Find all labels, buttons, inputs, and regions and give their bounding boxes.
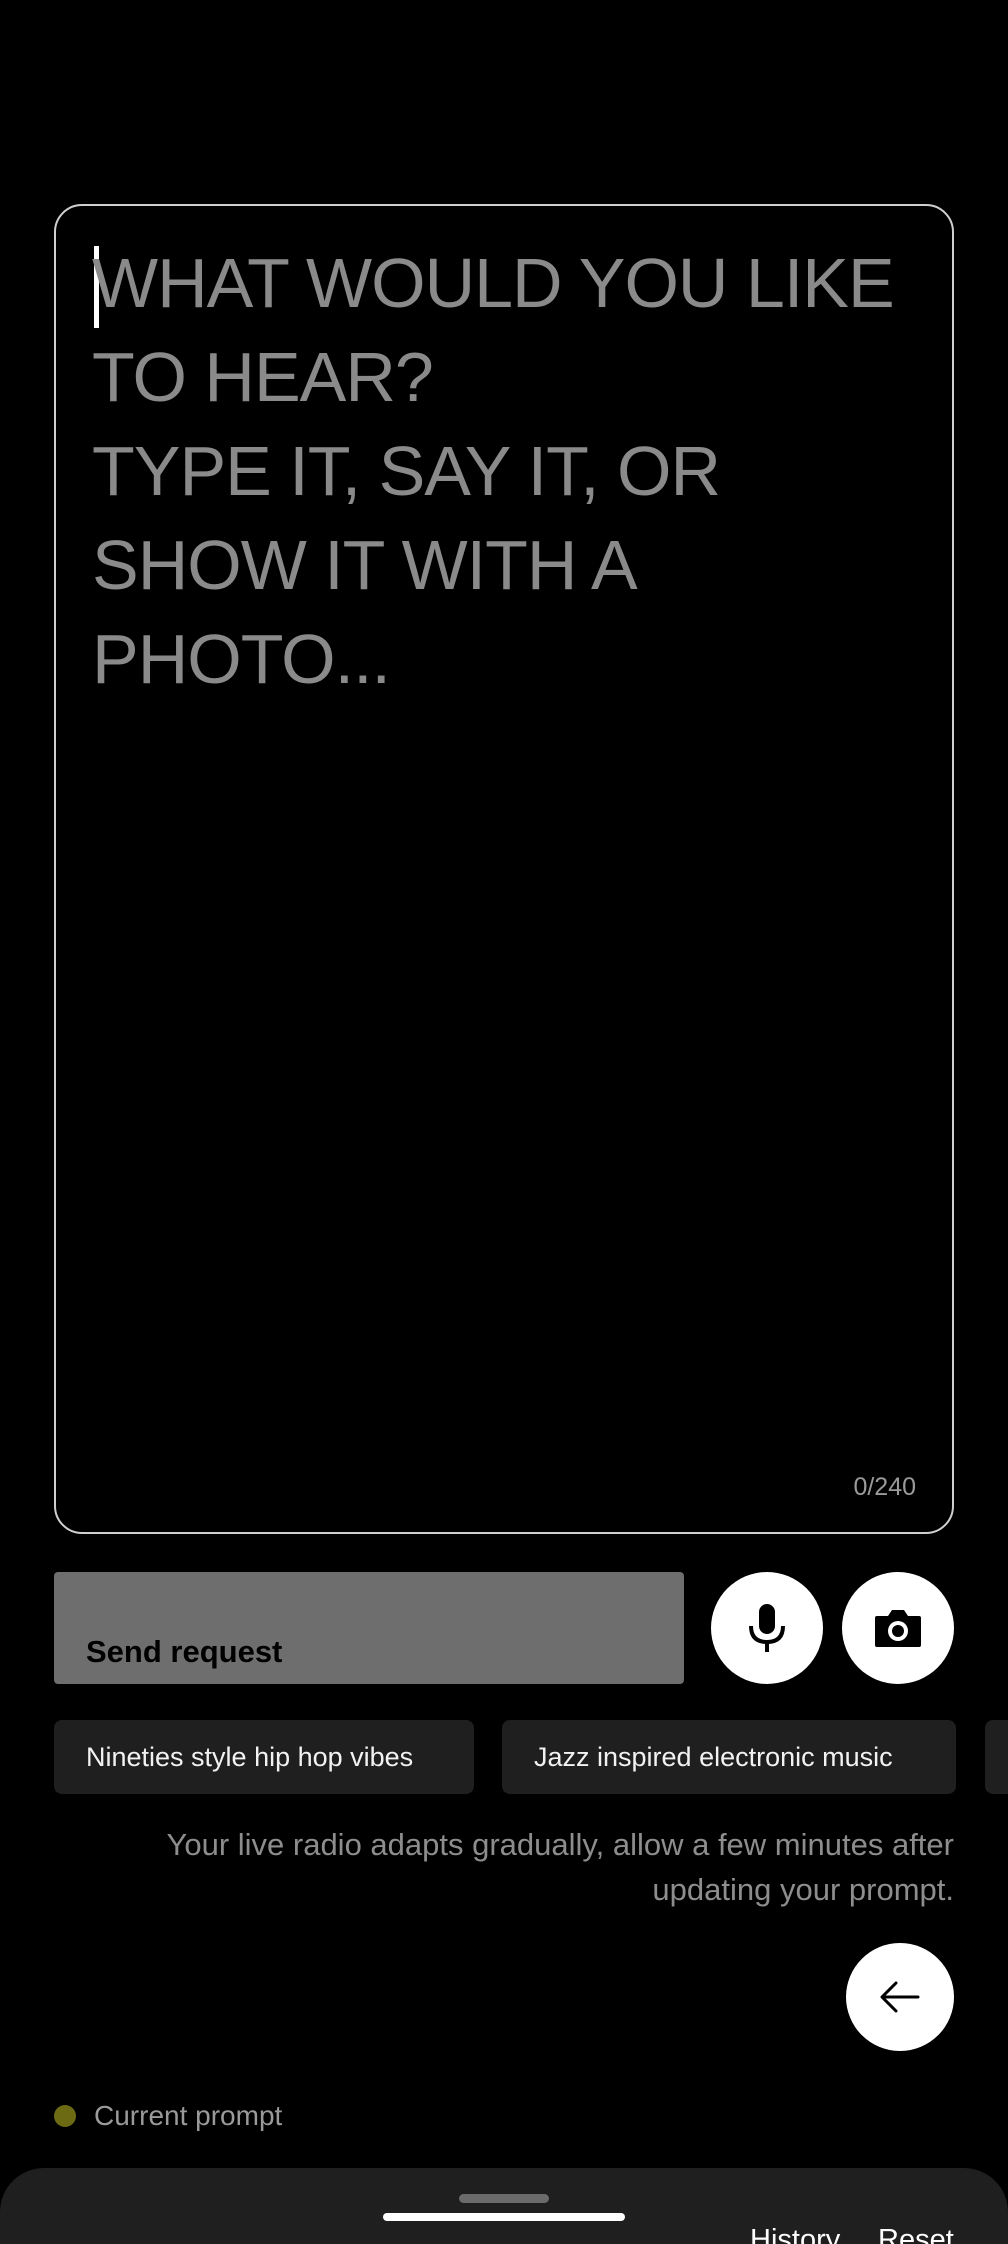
prompt-input[interactable]: WHAT WOULD YOU LIKE TO HEAR? TYPE IT, SA… (54, 204, 954, 1534)
camera-button[interactable] (842, 1572, 954, 1684)
bottom-sheet[interactable]: History Reset (0, 2168, 1008, 2244)
suggestion-chip[interactable]: Jazz inspired electronic music (502, 1720, 956, 1794)
info-text: Your live radio adapts gradually, allow … (166, 1827, 955, 1907)
send-request-button[interactable]: Send request (54, 1572, 684, 1684)
suggestion-chip-partial[interactable] (985, 1720, 1008, 1794)
gesture-navigation-bar[interactable] (383, 2213, 625, 2221)
sheet-drag-handle[interactable] (459, 2194, 549, 2203)
history-button[interactable]: History (750, 2224, 840, 2244)
camera-icon (875, 1610, 921, 1647)
send-request-label: Send request (86, 1634, 283, 1669)
reset-button[interactable]: Reset (878, 2224, 954, 2244)
microphone-icon (749, 1604, 785, 1652)
microphone-button[interactable] (711, 1572, 823, 1684)
current-prompt-label: Current prompt (94, 2100, 283, 2131)
screen: WHAT WOULD YOU LIKE TO HEAR? TYPE IT, SA… (0, 0, 1008, 2244)
status-dot (54, 2105, 76, 2127)
current-prompt-indicator: Current prompt (54, 2100, 282, 2132)
back-button[interactable] (846, 1943, 954, 2051)
suggestion-chip[interactable]: Nineties style hip hop vibes (54, 1720, 474, 1794)
character-counter: 0/240 (853, 1473, 916, 1501)
prompt-placeholder: WHAT WOULD YOU LIKE TO HEAR? TYPE IT, SA… (92, 244, 895, 698)
arrow-left-icon (880, 1981, 920, 2013)
